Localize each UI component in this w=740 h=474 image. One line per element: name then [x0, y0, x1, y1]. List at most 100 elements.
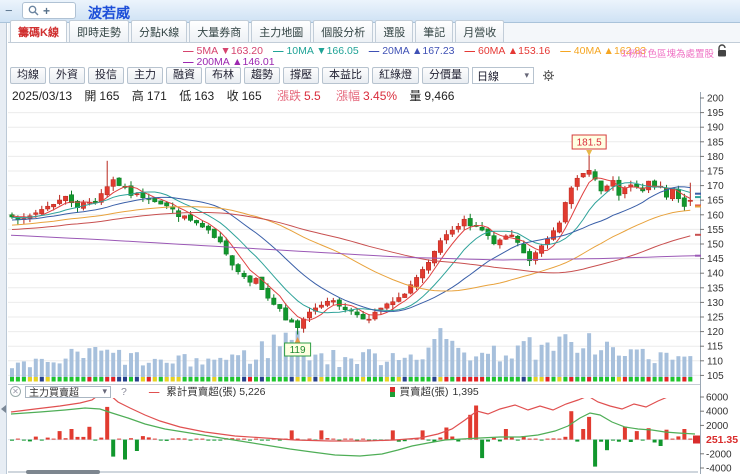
help-icon[interactable]: ?: [121, 386, 127, 398]
zoom-out-button[interactable]: −: [5, 3, 13, 18]
high-label: 高: [131, 89, 144, 103]
low-value: 163: [194, 89, 215, 103]
cumulative-legend: — 累計買賣超(張) 5,226: [149, 384, 266, 399]
line-swatch: —: [148, 386, 160, 398]
netbuy-legend: 買賣超(張) 1,395: [390, 384, 479, 399]
svg-text:185: 185: [707, 137, 724, 148]
svg-text:-2000: -2000: [706, 449, 732, 460]
svg-text:2000: 2000: [706, 421, 729, 432]
svg-text:195: 195: [707, 108, 724, 119]
svg-text:140: 140: [707, 269, 724, 280]
change-pct-label: 漲幅: [336, 89, 361, 103]
left-rail: [0, 23, 7, 474]
svg-text:180: 180: [707, 152, 724, 163]
main-chart[interactable]: 200 195 190 185 180 175 170 165 160 155 150 145 140 1…: [0, 92, 740, 384]
svg-text:200: 200: [707, 94, 724, 105]
toolbar-button-投信[interactable]: 投信: [88, 67, 124, 84]
pink-note: ①粉紅色區塊為處置股: [620, 49, 715, 60]
bottom-panel-header: ✕ 主力買賣超 ▾ ? — 累計買賣超(張) 5,226 買賣超(張) 1,39…: [8, 384, 700, 399]
toolbar-buttons: 均線 外資 投信 主力 融資 布林 趨勢 撐壓 本益比 紅綠燈 分價量: [10, 67, 469, 84]
close-value: 165: [241, 89, 262, 103]
bar-swatch: [390, 386, 396, 397]
high-value: 171: [146, 89, 167, 103]
toolbar-button-外資[interactable]: 外資: [49, 67, 85, 84]
toolbar-button-布林[interactable]: 布林: [205, 67, 241, 84]
tab-主力地圖[interactable]: 主力地圖: [251, 20, 312, 42]
scrollbar-thumb[interactable]: [26, 470, 100, 474]
toolbar: 均線 外資 投信 主力 融資 布林 趨勢 撐壓 本益比 紅綠燈 分價量 日線 ▾: [10, 66, 557, 85]
scrollbar-track[interactable]: [8, 471, 698, 473]
zoom-in-button[interactable]: +: [43, 4, 50, 18]
svg-text:165: 165: [707, 196, 724, 207]
toolbar-button-均線[interactable]: 均線: [10, 67, 46, 84]
tab-月營收[interactable]: 月營收: [455, 20, 505, 42]
zoom-controls[interactable]: +: [22, 2, 76, 19]
svg-text:170: 170: [707, 181, 724, 192]
close-panel-icon[interactable]: ✕: [10, 386, 21, 397]
open-value: 165: [99, 89, 120, 103]
svg-text:160: 160: [707, 210, 724, 221]
svg-text:181.5: 181.5: [577, 138, 602, 149]
caret-down-icon: ▾: [524, 70, 529, 80]
svg-text:105: 105: [707, 371, 724, 382]
volume-value: 9,466: [424, 89, 455, 103]
svg-text:145: 145: [707, 254, 724, 265]
change-label: 漲跌: [276, 89, 301, 103]
svg-text:4000: 4000: [706, 407, 729, 418]
indicator-select[interactable]: 主力買賣超 ▾: [25, 385, 111, 399]
svg-text:190: 190: [707, 123, 724, 134]
toolbar-button-撐壓[interactable]: 撐壓: [283, 67, 319, 84]
close-label: 收: [226, 89, 239, 103]
svg-text:150: 150: [707, 240, 724, 251]
tab-個股分析[interactable]: 個股分析: [313, 20, 374, 42]
svg-text:125: 125: [707, 313, 724, 324]
svg-text:115: 115: [707, 342, 723, 353]
svg-text:155: 155: [707, 225, 724, 236]
low-label: 低: [179, 89, 192, 103]
ma-legend-20MA: —20MA ▲167.23: [368, 45, 455, 57]
netbuy-legend-value: 1,395: [452, 385, 479, 398]
svg-text:251.35: 251.35: [706, 434, 738, 446]
period-select-value: 日線: [477, 70, 499, 83]
volume-label: 量: [409, 89, 422, 103]
toolbar-button-主力[interactable]: 主力: [127, 67, 163, 84]
tab-分點K線[interactable]: 分點K線: [130, 20, 188, 42]
open-label: 開: [84, 89, 97, 103]
svg-text:175: 175: [707, 167, 724, 178]
tab-即時走勢[interactable]: 即時走勢: [68, 20, 129, 42]
svg-text:135: 135: [707, 283, 724, 294]
ma-legend-10MA: —10MA ▼166.05: [272, 45, 359, 57]
netbuy-legend-label: 買賣超(張): [399, 386, 449, 398]
change-value: 5.5: [303, 89, 321, 103]
app-window: − + 波若威 籌碼K線 即時走勢 分點K線 大量券商 主力地圖 個股分析 選股 筆記 月營收 …: [0, 0, 740, 474]
toolbar-button-本益比[interactable]: 本益比: [322, 67, 369, 84]
settings-gear-icon[interactable]: [541, 68, 557, 84]
toolbar-button-融資[interactable]: 融資: [166, 67, 202, 84]
lock-icon[interactable]: [716, 44, 728, 58]
cumulative-legend-value: 5,226: [239, 386, 266, 398]
ohlc-row: 2025/03/13 開 165 高 171 低 163 收 165 漲跌 5.5 漲幅 3…: [12, 87, 454, 104]
svg-text:6000: 6000: [706, 393, 729, 404]
tab-bar: 籌碼K線 即時走勢 分點K線 大量券商 主力地圖 個股分析 選股 筆記 月營收: [8, 20, 740, 43]
svg-text:-4000: -4000: [706, 464, 732, 474]
change-pct-value: 3.45%: [363, 89, 398, 103]
toolbar-button-分價量[interactable]: 分價量: [422, 67, 469, 84]
caret-down-icon: ▾: [102, 386, 107, 396]
svg-text:120: 120: [707, 327, 724, 338]
tab-選股[interactable]: 選股: [375, 20, 414, 42]
tab-筆記[interactable]: 筆記: [415, 20, 454, 42]
svg-text:119: 119: [290, 345, 306, 356]
svg-text:110: 110: [707, 356, 723, 367]
cumulative-legend-label: 累計買賣超(張): [166, 386, 237, 398]
toolbar-button-紅綠燈[interactable]: 紅綠燈: [372, 67, 419, 84]
period-select[interactable]: 日線 ▾: [472, 67, 534, 84]
tab-籌碼K線[interactable]: 籌碼K線: [10, 20, 67, 42]
svg-text:130: 130: [707, 298, 724, 309]
magnifier-icon: [28, 5, 39, 16]
ma-legend-60MA: —60MA ▲153.16: [464, 45, 551, 57]
toolbar-button-趨勢[interactable]: 趨勢: [244, 67, 280, 84]
ohlc-date: 2025/03/13: [12, 89, 73, 103]
tab-大量券商[interactable]: 大量券商: [189, 20, 250, 42]
collapse-arrow[interactable]: [1, 405, 6, 413]
indicator-select-value: 主力買賣超: [29, 388, 79, 399]
